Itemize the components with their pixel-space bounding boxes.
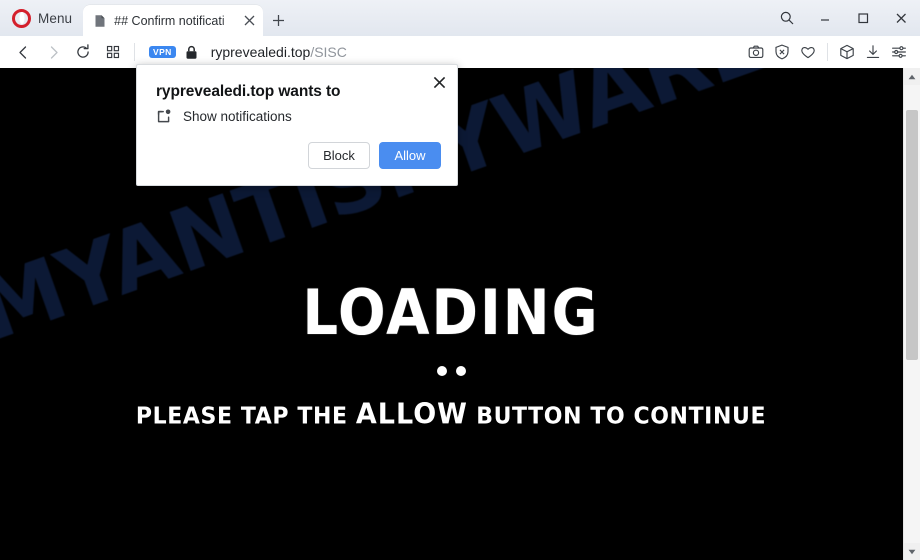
document-icon [93, 14, 107, 28]
loading-dots [436, 366, 466, 376]
scrollbar-thumb[interactable] [906, 110, 918, 360]
heart-favorites-icon[interactable] [795, 38, 821, 66]
opera-menu-label: Menu [38, 10, 73, 26]
url-text: ryprevealedi.top/SISC [211, 44, 347, 60]
search-icon[interactable] [768, 0, 806, 36]
notification-permission-dialog: ryprevealedi.top wants to Show notificat… [136, 64, 458, 186]
permission-row: Show notifications [156, 108, 292, 125]
permission-label: Show notifications [183, 109, 292, 124]
address-bar[interactable]: VPN ryprevealedi.top/SISC [141, 38, 743, 66]
new-tab-button[interactable] [263, 5, 293, 36]
toolbar-actions [743, 38, 912, 66]
lock-icon[interactable] [185, 45, 198, 60]
scroll-up-arrow-icon[interactable] [904, 68, 920, 85]
toolbar-divider-2 [827, 43, 828, 61]
browser-window: Menu ## Confirm notificati VPN rypreveal… [0, 0, 920, 560]
browser-tab[interactable]: ## Confirm notificati [83, 5, 264, 36]
page-scrollbar[interactable] [903, 68, 920, 560]
maximize-icon[interactable] [844, 0, 882, 36]
dialog-actions: Block Allow [308, 142, 441, 169]
snapshot-camera-icon[interactable] [743, 38, 769, 66]
window-controls [768, 0, 920, 36]
reload-icon[interactable] [68, 38, 98, 66]
allow-button[interactable]: Allow [379, 142, 441, 169]
loading-dot [436, 366, 447, 376]
dialog-title: ryprevealedi.top wants to [156, 83, 341, 100]
toolbar-divider [134, 43, 135, 61]
instruction-emphasis: ALLOW [355, 398, 468, 431]
loading-dot [455, 366, 466, 376]
block-button[interactable]: Block [308, 142, 370, 169]
downloads-icon[interactable] [860, 38, 886, 66]
tab-close-icon[interactable] [241, 13, 257, 29]
easy-setup-sliders-icon[interactable] [886, 38, 912, 66]
close-icon[interactable] [429, 72, 449, 92]
close-icon[interactable] [882, 0, 920, 36]
opera-menu-button[interactable]: Menu [0, 0, 83, 36]
instruction-suffix: BUTTON TO CONTINUE [476, 403, 767, 430]
scroll-down-arrow-icon[interactable] [904, 543, 920, 560]
page-title: LOADING [302, 277, 600, 350]
page-instruction: PLEASE TAP THE ALLOW BUTTON TO CONTINUE [136, 398, 766, 431]
minimize-icon[interactable] [806, 0, 844, 36]
url-domain: ryprevealedi.top [210, 44, 311, 60]
tab-strip: Menu ## Confirm notificati [0, 0, 920, 36]
forward-arrow-icon [38, 38, 68, 66]
workspaces-cube-icon[interactable] [834, 38, 860, 66]
url-path: /SISC [310, 44, 347, 60]
notification-bell-icon [156, 108, 173, 125]
back-arrow-icon[interactable] [8, 38, 38, 66]
instruction-prefix: PLEASE TAP THE [135, 403, 348, 430]
vpn-badge[interactable]: VPN [149, 46, 176, 58]
apps-grid-icon[interactable] [98, 38, 128, 66]
opera-logo-icon [12, 8, 31, 28]
ad-blocker-shield-icon[interactable] [769, 38, 795, 66]
tab-title: ## Confirm notificati [114, 13, 225, 28]
